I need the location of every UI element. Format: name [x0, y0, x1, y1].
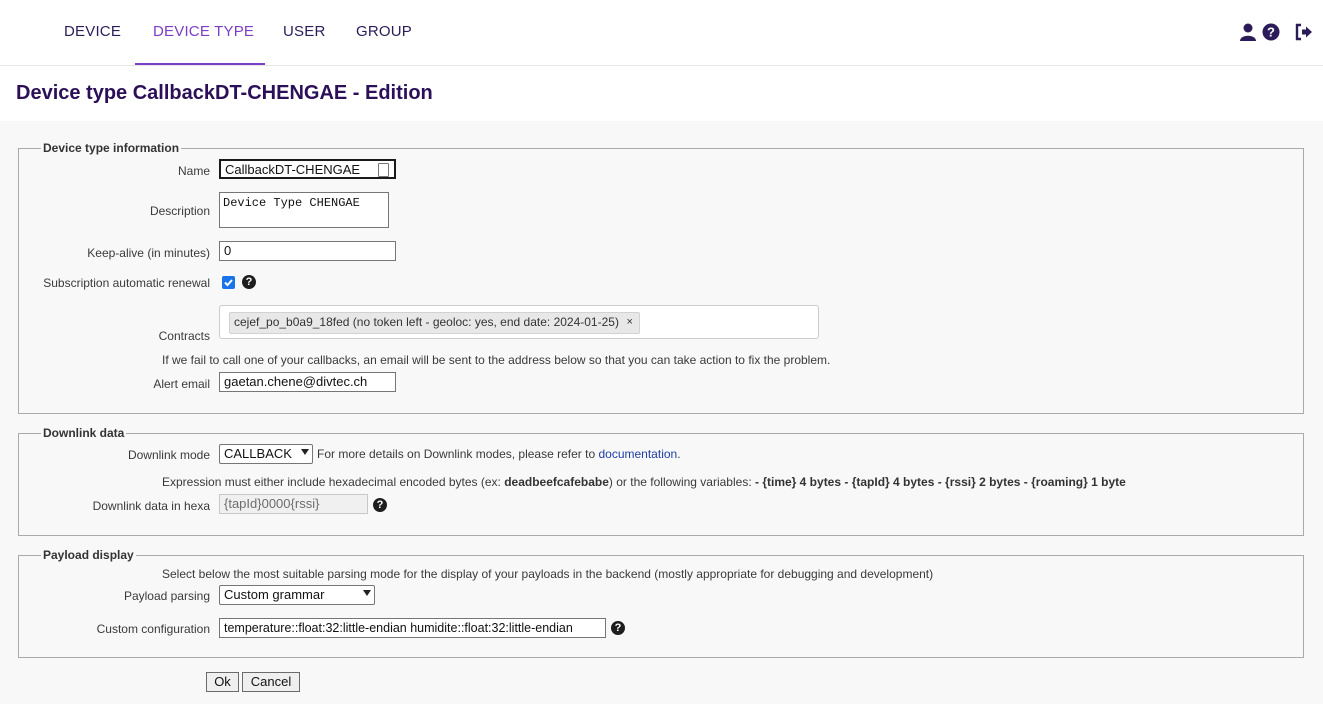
help-icon[interactable]: ? [373, 498, 387, 512]
alert-email-label: Alert email [153, 377, 210, 391]
check-icon [224, 279, 233, 287]
tab-device-type[interactable]: DEVICE TYPE [135, 0, 265, 65]
help-icon[interactable]: ? [242, 275, 256, 289]
name-label: Name [177, 164, 210, 178]
downlink-mode-note: For more details on Downlink modes, plea… [317, 447, 681, 461]
contract-tag: cejef_po_b0a9_18fed (no token left - geo… [229, 312, 640, 334]
cancel-button[interactable]: Cancel [242, 672, 300, 692]
remove-tag-icon[interactable]: × [627, 313, 633, 332]
description-label: Description [149, 204, 210, 218]
renewal-label: Subscription automatic renewal [43, 276, 210, 290]
downlink-mode-select[interactable]: CALLBACK [219, 444, 313, 464]
device-type-information-fieldset: Device type information [18, 141, 1304, 414]
alert-email-input[interactable]: gaetan.chene@divtec.ch [219, 372, 396, 392]
chevron-down-icon [301, 449, 309, 455]
downlink-hexa-label: Downlink data in hexa [92, 499, 210, 513]
top-navigation-bar: DEVICE DEVICE TYPE USER GROUP ? [0, 0, 1323, 66]
payload-parsing-select[interactable]: Custom grammar [219, 585, 375, 605]
payload-note: Select below the most suitable parsing m… [162, 567, 934, 581]
tab-device[interactable]: DEVICE [64, 0, 121, 65]
sign-out-icon[interactable] [1294, 22, 1314, 42]
tab-group[interactable]: GROUP [356, 0, 412, 65]
user-icon[interactable] [1238, 22, 1258, 42]
autofill-icon [378, 163, 389, 177]
fieldset-legend: Payload display [41, 548, 136, 562]
alert-note: If we fail to call one of your callbacks… [162, 353, 831, 367]
contracts-multiselect[interactable]: cejef_po_b0a9_18fed (no token left - geo… [219, 305, 819, 339]
tab-user[interactable]: USER [283, 0, 325, 65]
downlink-mode-label: Downlink mode [127, 448, 210, 462]
keepalive-label: Keep-alive (in minutes) [87, 246, 210, 260]
chevron-down-icon [363, 590, 371, 596]
ok-button[interactable]: Ok [206, 672, 239, 692]
custom-configuration-input[interactable]: temperature::float:32:little-endian humi… [219, 618, 606, 638]
fieldset-legend: Downlink data [41, 426, 127, 440]
documentation-link[interactable]: documentation [598, 447, 677, 461]
page-title: Device type CallbackDT-CHENGAE - Edition [16, 82, 433, 104]
keepalive-input[interactable]: 0 [219, 241, 396, 261]
renewal-checkbox[interactable] [222, 276, 235, 289]
fieldset-legend: Device type information [41, 141, 182, 155]
payload-parsing-label: Payload parsing [123, 589, 210, 603]
help-circle-icon[interactable]: ? [1261, 22, 1281, 42]
svg-text:?: ? [1267, 25, 1275, 40]
downlink-hexa-input[interactable]: {tapId}0000{rssi} [219, 494, 368, 514]
name-input[interactable]: CallbackDT-CHENGAE [219, 159, 396, 179]
description-textarea[interactable]: Device Type CHENGAE [219, 192, 389, 228]
expression-note: Expression must either include hexadecim… [162, 475, 1126, 489]
custom-configuration-label: Custom configuration [96, 622, 210, 636]
contracts-label: Contracts [158, 329, 210, 343]
help-icon[interactable]: ? [611, 621, 625, 635]
